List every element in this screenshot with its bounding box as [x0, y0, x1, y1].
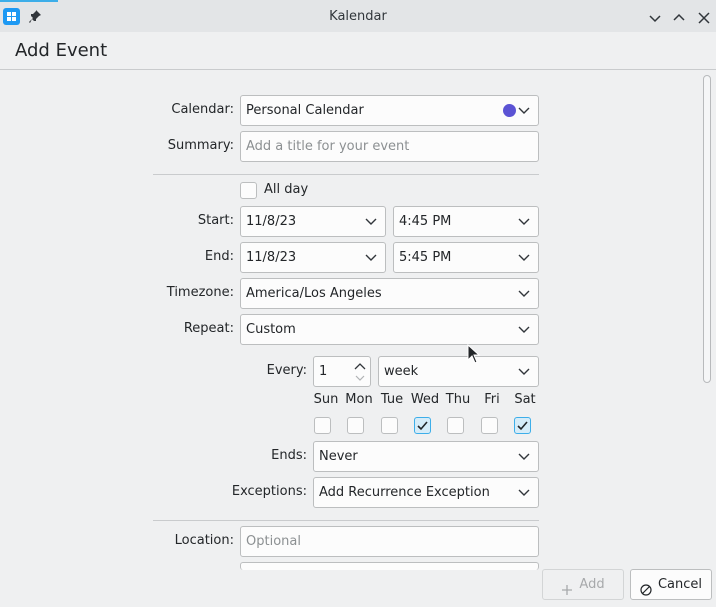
page-header: Add Event	[0, 32, 716, 70]
chevron-down-icon	[365, 254, 377, 262]
day-checkbox-thu[interactable]	[447, 417, 464, 434]
every-spinbox[interactable]: 1	[313, 356, 371, 387]
end-time-select[interactable]: 5:45 PM	[393, 242, 539, 273]
timezone-select[interactable]: America/Los Angeles	[240, 278, 539, 309]
start-date-value: 11/8/23	[246, 214, 297, 229]
day-checkbox-tue[interactable]	[381, 417, 398, 434]
start-time-value: 4:45 PM	[399, 214, 452, 229]
day-checkbox-mon[interactable]	[347, 417, 364, 434]
cancel-button-label: Cancel	[657, 577, 703, 592]
day-checkbox-wed[interactable]	[414, 417, 431, 434]
all-day-checkbox[interactable]	[240, 182, 257, 199]
repeat-select[interactable]: Custom	[240, 314, 539, 345]
chevron-down-icon	[518, 254, 530, 262]
divider	[153, 520, 539, 521]
every-value: 1	[319, 364, 328, 379]
day-checkbox-fri[interactable]	[481, 417, 498, 434]
ends-label: Ends:	[271, 448, 307, 463]
day-label-sun: Sun	[313, 392, 339, 407]
cancel-icon	[640, 578, 652, 596]
mouse-cursor-icon	[467, 343, 481, 364]
end-label: End:	[204, 249, 234, 264]
close-icon	[698, 12, 710, 24]
divider	[153, 174, 539, 175]
every-unit-select[interactable]: week	[378, 356, 539, 387]
chevron-down-icon	[365, 218, 377, 226]
timezone-value: America/Los Angeles	[246, 286, 382, 301]
every-label: Every:	[266, 363, 307, 378]
plus-icon	[561, 578, 573, 595]
chevron-down-icon	[518, 489, 530, 497]
day-checkbox-sun[interactable]	[314, 417, 331, 434]
location-input[interactable]: Optional	[240, 526, 539, 557]
minimize-icon	[649, 15, 661, 23]
add-button-label: Add	[579, 577, 605, 592]
ends-select[interactable]: Never	[313, 441, 539, 472]
day-checkbox-sat[interactable]	[514, 417, 531, 434]
start-date-select[interactable]: 11/8/23	[240, 206, 386, 237]
day-label-tue: Tue	[380, 392, 404, 407]
start-label: Start:	[197, 213, 234, 228]
ends-value: Never	[319, 449, 358, 464]
spin-arrows-icon[interactable]	[354, 360, 366, 384]
end-date-select[interactable]: 11/8/23	[240, 242, 386, 273]
day-label-sat: Sat	[514, 392, 536, 407]
close-button[interactable]	[694, 8, 714, 28]
chevron-down-icon	[518, 290, 530, 298]
every-unit-value: week	[384, 364, 419, 379]
calendar-label: Calendar:	[171, 102, 234, 117]
repeat-label: Repeat:	[183, 321, 234, 336]
chevron-down-icon	[518, 218, 530, 226]
next-field-partial	[240, 562, 539, 570]
calendar-color-dot	[503, 104, 516, 117]
summary-input[interactable]: Add a title for your event	[240, 131, 539, 162]
location-label: Location:	[174, 533, 234, 548]
day-label-fri: Fri	[484, 392, 500, 407]
summary-placeholder: Add a title for your event	[246, 139, 410, 154]
maximize-button[interactable]	[669, 8, 689, 28]
chevron-down-icon	[518, 453, 530, 461]
titlebar-accent-gap	[58, 0, 716, 2]
end-date-value: 11/8/23	[246, 250, 297, 265]
chevron-down-icon	[518, 326, 530, 334]
calendar-select[interactable]: Personal Calendar	[240, 95, 539, 126]
maximize-icon	[673, 13, 685, 21]
calendar-value: Personal Calendar	[246, 103, 364, 118]
day-label-wed: Wed	[410, 392, 440, 407]
scrollbar-thumb[interactable]	[703, 75, 711, 383]
day-label-mon: Mon	[345, 392, 373, 407]
exceptions-value: Add Recurrence Exception	[319, 485, 490, 500]
day-label-thu: Thu	[445, 392, 471, 407]
minimize-button[interactable]	[645, 8, 665, 28]
all-day-label: All day	[264, 182, 309, 197]
start-time-select[interactable]: 4:45 PM	[393, 206, 539, 237]
chevron-down-icon	[518, 107, 530, 115]
location-placeholder: Optional	[246, 534, 301, 549]
chevron-down-icon	[518, 368, 530, 376]
summary-label: Summary:	[167, 138, 234, 153]
add-button[interactable]: Add	[542, 569, 624, 600]
cancel-button[interactable]: Cancel	[630, 569, 712, 600]
repeat-value: Custom	[246, 322, 296, 337]
timezone-label: Timezone:	[166, 285, 234, 300]
window-title: Kalendar	[329, 9, 387, 24]
checkmark-icon	[417, 421, 428, 431]
exceptions-label: Exceptions:	[231, 484, 307, 499]
exceptions-select[interactable]: Add Recurrence Exception	[313, 477, 539, 508]
checkmark-icon	[517, 421, 528, 431]
title-bar: Kalendar	[0, 0, 716, 32]
end-time-value: 5:45 PM	[399, 250, 452, 265]
page-title: Add Event	[15, 40, 108, 61]
